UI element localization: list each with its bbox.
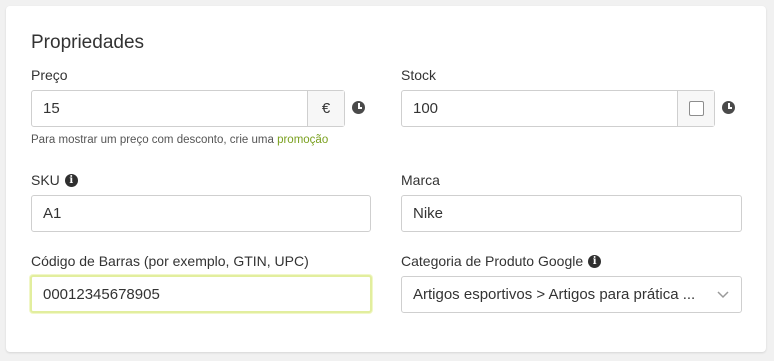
sku-label: SKU i [31, 172, 78, 188]
price-label: Preço [31, 67, 68, 83]
google-category-label-text: Categoria de Produto Google [401, 253, 584, 269]
brand-field[interactable]: Nike [401, 195, 742, 232]
price-input[interactable]: 15 [32, 91, 307, 126]
brand-label-text: Marca [401, 172, 440, 188]
price-hint: Para mostrar um preço com desconto, crie… [31, 134, 328, 146]
section-title: Propriedades [31, 32, 145, 53]
google-category-select[interactable]: Artigos esportivos > Artigos para prátic… [401, 276, 742, 313]
google-category-value[interactable]: Artigos esportivos > Artigos para prátic… [402, 277, 705, 312]
sku-field[interactable]: A1 [31, 195, 371, 232]
google-category-label: Categoria de Produto Google i [401, 253, 602, 269]
clock-icon[interactable] [722, 101, 735, 114]
sku-input[interactable]: A1 [32, 196, 370, 231]
promotion-link[interactable]: promoção [277, 134, 328, 146]
info-icon[interactable]: i [64, 173, 78, 187]
stock-checkbox-addon[interactable] [677, 91, 714, 126]
stock-input[interactable]: 100 [402, 91, 677, 126]
stock-label: Stock [401, 67, 436, 83]
barcode-input[interactable]: 00012345678905 [32, 277, 370, 311]
clock-icon[interactable] [352, 101, 365, 114]
stock-label-text: Stock [401, 67, 437, 83]
stock-field[interactable]: 100 [401, 90, 715, 127]
chevron-down-icon[interactable] [705, 277, 741, 312]
price-field[interactable]: 15 € [31, 90, 345, 127]
info-icon[interactable]: i [588, 254, 602, 268]
barcode-label-text: Código de Barras (por exemplo, GTIN, UPC… [31, 253, 309, 269]
brand-label: Marca [401, 172, 440, 188]
brand-input[interactable]: Nike [402, 196, 741, 231]
price-label-text: Preço [31, 67, 68, 83]
sku-label-text: SKU [31, 172, 60, 188]
currency-addon: € [307, 91, 344, 126]
stock-checkbox[interactable] [688, 101, 704, 116]
price-hint-text: Para mostrar um preço com desconto, crie… [31, 134, 278, 146]
properties-card: Propriedades Preço 15 € Para mostrar um … [6, 6, 766, 352]
barcode-label: Código de Barras (por exemplo, GTIN, UPC… [31, 253, 309, 269]
barcode-field[interactable]: 00012345678905 [30, 275, 372, 313]
